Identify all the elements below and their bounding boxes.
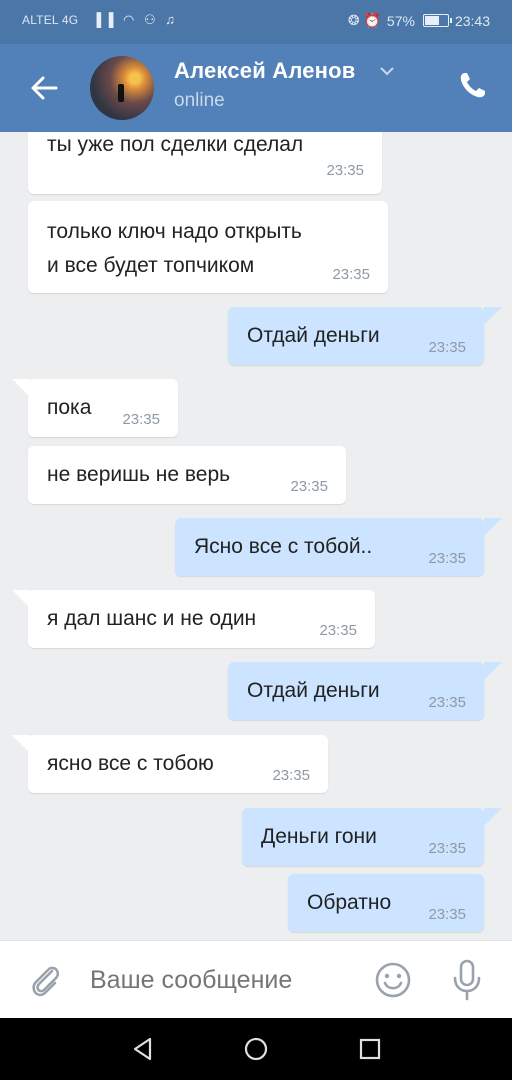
- nav-recents-icon[interactable]: [357, 1036, 383, 1062]
- message-time: 23:35: [428, 840, 466, 857]
- battery-percent: 57%: [386, 12, 415, 29]
- message-bubble[interactable]: только ключ надо открыть и все будет топ…: [28, 201, 388, 293]
- message-text: Деньги гони: [261, 825, 377, 848]
- status-right: ❂ ⏰ 57% 23:43: [348, 12, 490, 29]
- carrier-label: ALTEL 4G: [22, 13, 79, 27]
- status-bar: ALTEL 4G ▐▐ ◠ ⚇ ♫ ❂ ⏰ 57% 23:43: [0, 0, 512, 44]
- system-nav-bar: [0, 1018, 512, 1080]
- message-bubble[interactable]: я дал шанс и не один 23:35: [28, 590, 375, 648]
- contact-name[interactable]: Алексей Аленов: [174, 58, 356, 84]
- message-text: я дал шанс и не один: [47, 607, 257, 630]
- message-text: Отдай деньги: [247, 324, 380, 347]
- message-bubble[interactable]: ты уже пол сделки сделал 23:35: [28, 132, 382, 194]
- battery-icon: [422, 14, 452, 27]
- message-text: Отдай деньги: [247, 679, 380, 702]
- back-arrow-icon[interactable]: [26, 70, 62, 106]
- message-time: 23:35: [428, 339, 466, 356]
- message-bubble[interactable]: Отдай деньги 23:35: [228, 307, 484, 365]
- message-text: не веришь не верь: [47, 463, 231, 486]
- bubble-tail: [484, 808, 502, 826]
- message-bubble[interactable]: не веришь не верь 23:35: [28, 446, 346, 504]
- message-time: 23:35: [122, 411, 160, 428]
- message-text: Ясно все с тобой..: [194, 535, 373, 558]
- message-input[interactable]: [90, 963, 350, 997]
- message-time: 23:35: [326, 162, 364, 179]
- emoji-icon[interactable]: [374, 961, 412, 999]
- bubble-tail: [484, 662, 502, 680]
- message-bubble[interactable]: пока 23:35: [28, 379, 178, 437]
- nav-back-icon[interactable]: [130, 1036, 156, 1062]
- message-text: Обратно: [307, 891, 392, 914]
- message-text: ясно все с тобою: [47, 752, 214, 775]
- message-time: 23:35: [428, 550, 466, 567]
- clock: 23:43: [454, 12, 490, 29]
- alarm-icons: ❂ ⏰: [347, 12, 381, 28]
- avatar[interactable]: [90, 56, 154, 120]
- chat-header: Алексей Аленов online: [0, 44, 512, 132]
- message-text: ты уже пол сделки сделал: [47, 133, 304, 156]
- microphone-icon[interactable]: [452, 959, 482, 1001]
- message-text: пока: [47, 396, 92, 419]
- message-time: 23:35: [332, 266, 370, 283]
- message-thread[interactable]: ты уже пол сделки сделал 23:35 только кл…: [0, 132, 512, 940]
- message-bubble[interactable]: Деньги гони 23:35: [242, 808, 484, 866]
- bubble-tail: [484, 307, 502, 325]
- phone-icon[interactable]: [456, 70, 488, 102]
- chevron-down-icon[interactable]: [380, 66, 394, 76]
- message-bubble[interactable]: Отдай деньги 23:35: [228, 662, 484, 720]
- message-bubble[interactable]: ясно все с тобою 23:35: [28, 735, 328, 793]
- message-time: 23:35: [428, 906, 466, 923]
- message-text: и все будет топчиком: [47, 254, 255, 277]
- presence-status: online: [174, 90, 225, 111]
- signal-wifi-icons: ▐▐ ◠ ⚇ ♫: [92, 12, 179, 27]
- message-bubble[interactable]: Ясно все с тобой.. 23:35: [175, 518, 484, 576]
- message-time: 23:35: [428, 694, 466, 711]
- message-text: только ключ надо открыть: [47, 220, 302, 243]
- message-composer: [0, 940, 512, 1019]
- message-time: 23:35: [290, 478, 328, 495]
- paperclip-icon[interactable]: [28, 961, 62, 999]
- nav-home-icon[interactable]: [243, 1036, 269, 1062]
- message-time: 23:35: [272, 767, 310, 784]
- message-bubble[interactable]: Обратно 23:35: [288, 874, 484, 932]
- message-time: 23:35: [319, 622, 357, 639]
- bubble-tail: [484, 518, 502, 536]
